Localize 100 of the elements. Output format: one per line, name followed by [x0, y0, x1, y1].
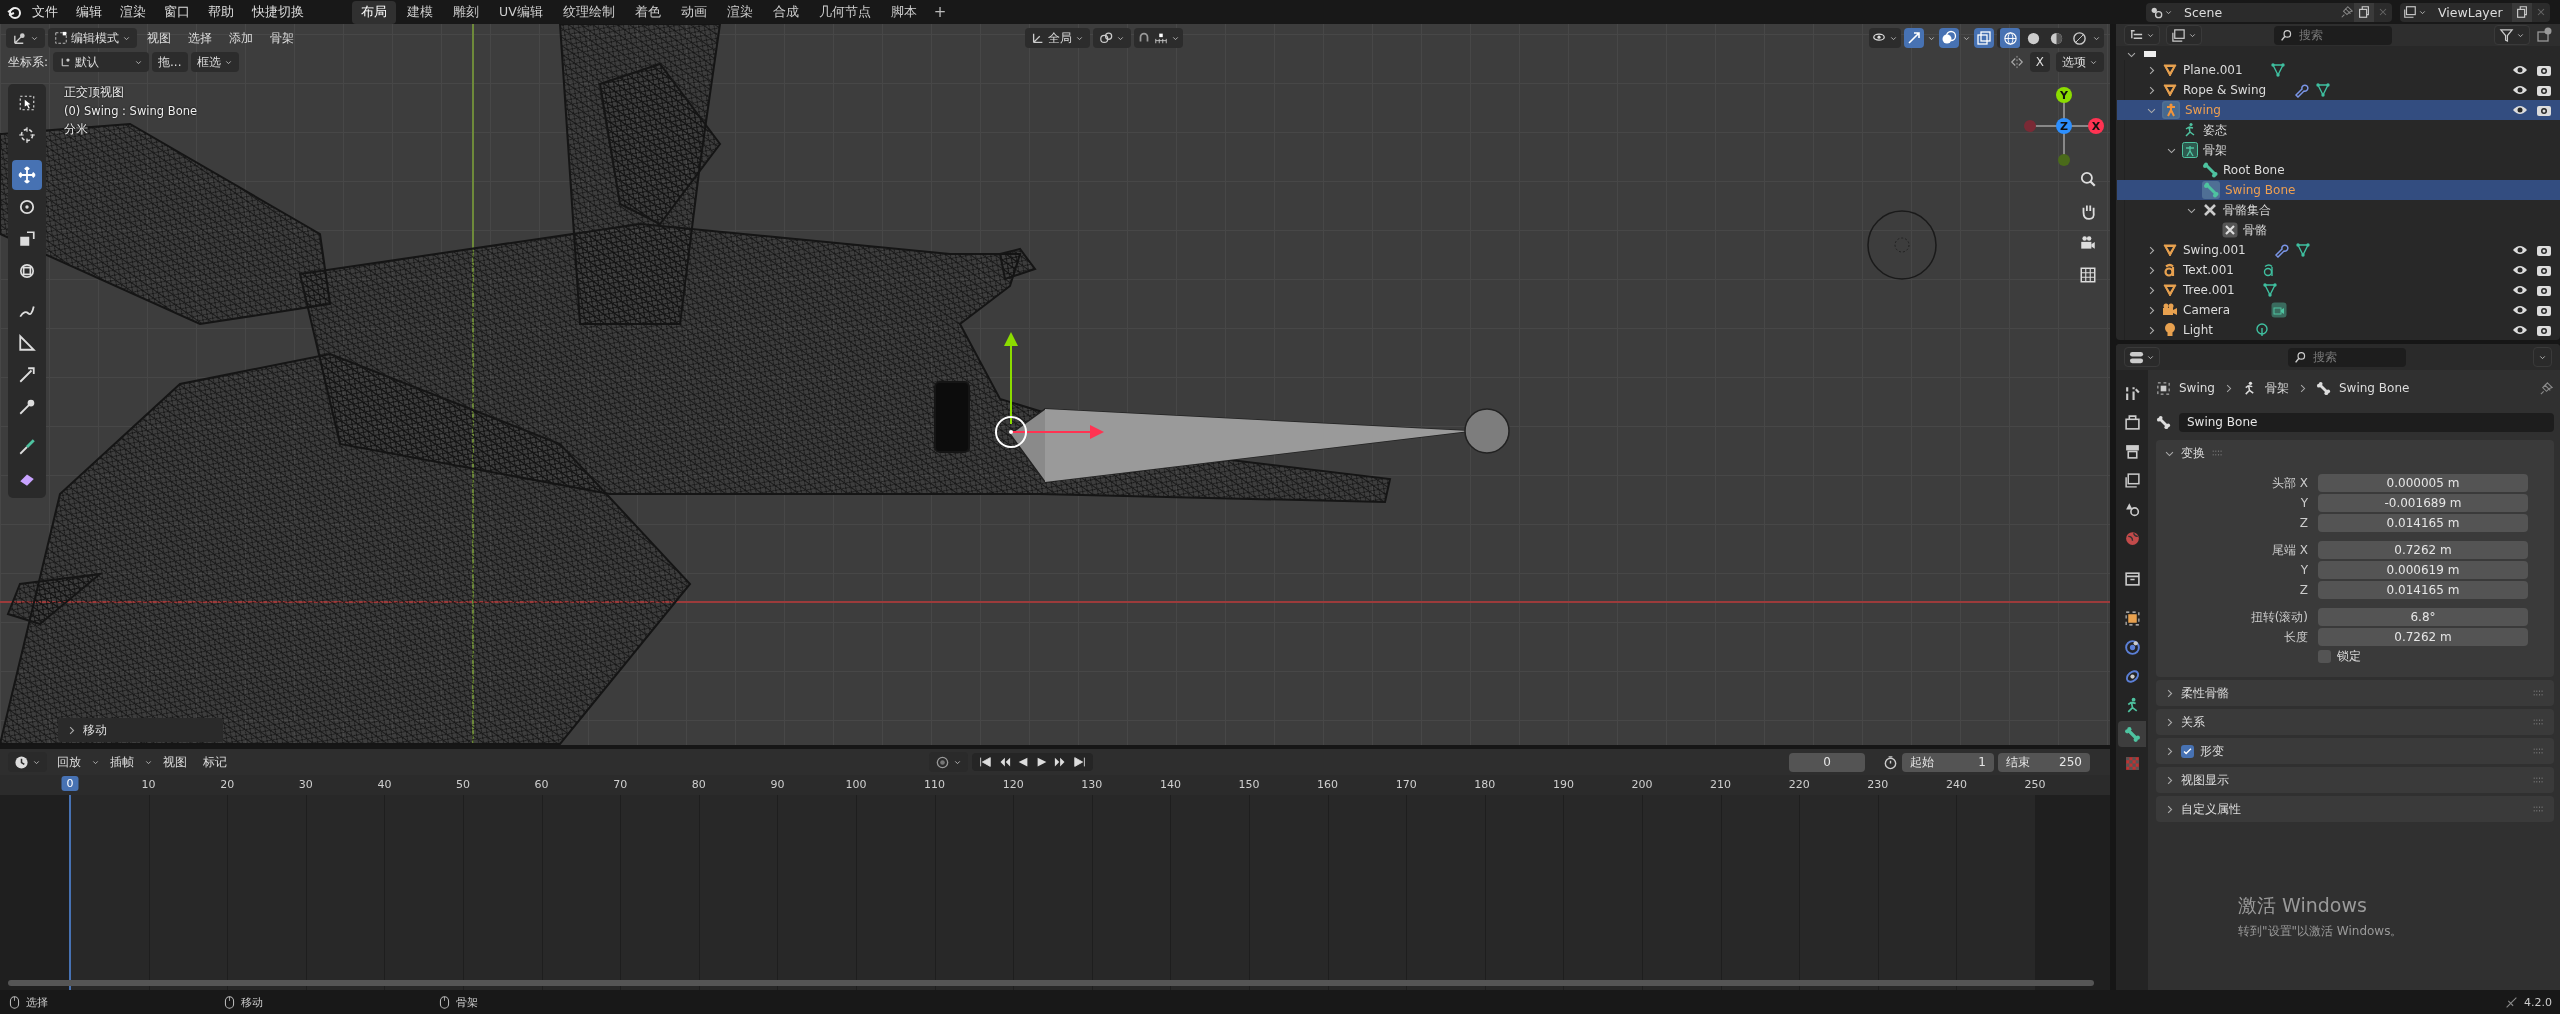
- lock-checkbox[interactable]: 锁定: [2318, 648, 2528, 665]
- pivot-dropdown[interactable]: [1093, 28, 1131, 48]
- playhead-frame[interactable]: 0: [61, 776, 79, 791]
- outliner-row[interactable]: 骨骼: [2117, 220, 2560, 240]
- jump-start-icon[interactable]: [978, 755, 992, 769]
- pin-icon[interactable]: [2539, 380, 2554, 396]
- jump-end-icon[interactable]: [1073, 755, 1087, 769]
- keying-button[interactable]: [929, 752, 968, 772]
- light-bulb-icon: [2162, 322, 2178, 338]
- outliner-row[interactable]: Tree.001: [2117, 280, 2560, 300]
- workspace-tab[interactable]: UV编辑: [490, 0, 552, 24]
- gizmo-toggle[interactable]: [1904, 28, 1924, 48]
- menu-item[interactable]: 骨架: [263, 27, 301, 49]
- view-layer-selector[interactable]: ViewLayer: [2400, 2, 2550, 22]
- outliner-row[interactable]: Swing.001: [2117, 240, 2560, 260]
- number-field[interactable]: 0.7262 m: [2318, 541, 2528, 559]
- menu-item[interactable]: 帮助: [200, 0, 242, 24]
- menu-item[interactable]: 文件: [24, 0, 66, 24]
- start-frame-field[interactable]: 起始 1: [1902, 752, 1994, 772]
- editor-type-button[interactable]: [2124, 25, 2160, 45]
- outliner-row[interactable]: Swing: [2117, 100, 2560, 120]
- axis-ball[interactable]: Y: [2056, 87, 2072, 103]
- menu-item[interactable]: 视图: [140, 27, 178, 49]
- scene-selector[interactable]: Scene: [2146, 2, 2392, 22]
- workspace-tab[interactable]: 动画: [671, 0, 716, 24]
- filter-button[interactable]: [2494, 25, 2530, 45]
- current-frame-field[interactable]: 0: [1789, 752, 1865, 772]
- number-field[interactable]: 0.014165 m: [2318, 514, 2528, 532]
- axis-ball[interactable]: X: [2088, 118, 2104, 134]
- panel-header[interactable]: 关系: [2156, 709, 2554, 735]
- menu-item[interactable]: 添加: [222, 27, 260, 49]
- add-workspace-button[interactable]: +: [927, 3, 953, 21]
- outliner-row[interactable]: 骨骼集合: [2117, 200, 2560, 220]
- outliner-row[interactable]: Camera: [2117, 300, 2560, 320]
- last-operation-panel[interactable]: 移动: [58, 718, 223, 742]
- outliner-row[interactable]: Light: [2117, 320, 2560, 340]
- properties-tab[interactable]: [2118, 721, 2146, 747]
- editor-type-button[interactable]: [6, 28, 45, 48]
- editor-type-button[interactable]: [2124, 347, 2160, 367]
- new-collection-icon[interactable]: [2536, 27, 2552, 43]
- mode-dropdown[interactable]: 编辑模式: [48, 28, 137, 48]
- outliner-row[interactable]: Rope & Swing: [2117, 80, 2560, 100]
- panel-header[interactable]: 形变: [2156, 738, 2554, 764]
- number-field[interactable]: 0.000005 m: [2318, 474, 2528, 492]
- panel-header[interactable]: 自定义属性: [2156, 796, 2554, 822]
- axis-ball[interactable]: Z: [2056, 118, 2072, 134]
- menu-item[interactable]: 选择: [181, 27, 219, 49]
- workspace-tab[interactable]: 雕刻: [444, 0, 488, 24]
- search-field[interactable]: 搜索: [2287, 347, 2406, 367]
- drag-dropdown[interactable]: 拖...: [152, 52, 188, 72]
- xray-toggle[interactable]: [1974, 28, 1994, 48]
- workspace-tab[interactable]: 着色: [625, 0, 670, 24]
- blender-logo-icon[interactable]: [6, 4, 22, 20]
- overlay-toggle[interactable]: [1939, 28, 1959, 48]
- panel-header[interactable]: 柔性骨骼: [2156, 680, 2554, 706]
- outliner-row[interactable]: 姿态: [2117, 120, 2560, 140]
- search-field[interactable]: 搜索: [2274, 25, 2392, 45]
- snap-controls[interactable]: [1134, 28, 1183, 48]
- outliner-row[interactable]: Plane.001: [2117, 60, 2560, 80]
- stopwatch-icon[interactable]: [1883, 754, 1898, 770]
- workspace-tab[interactable]: 渲染: [717, 0, 762, 24]
- number-field[interactable]: 0.014165 m: [2318, 581, 2528, 599]
- workspace-tab[interactable]: 建模: [398, 0, 442, 24]
- name-field[interactable]: Swing Bone: [2179, 412, 2554, 432]
- editor-type-button[interactable]: [8, 752, 47, 772]
- visibility-dropdown[interactable]: [1869, 28, 1901, 48]
- scrollbar[interactable]: [8, 980, 2094, 986]
- outliner-row[interactable]: Root Bone: [2117, 160, 2560, 180]
- workspace-tab[interactable]: 合成: [763, 0, 808, 24]
- panel-checkbox[interactable]: [2181, 744, 2194, 758]
- orientation-dropdown[interactable]: 全局: [1025, 28, 1090, 48]
- coordinate-dropdown[interactable]: 默认: [53, 52, 150, 72]
- workspace-tab[interactable]: 几何节点: [809, 0, 880, 24]
- workspace-tab[interactable]: 布局: [352, 0, 396, 24]
- menu-item[interactable]: 渲染: [112, 0, 154, 24]
- shading-mode-button[interactable]: [2000, 28, 2020, 48]
- mirror-x-toggle[interactable]: X: [2029, 52, 2050, 72]
- display-mode-button[interactable]: [2166, 25, 2202, 45]
- number-field[interactable]: 0.7262 m: [2318, 628, 2528, 646]
- panel-header[interactable]: 视图显示: [2156, 767, 2554, 793]
- number-field[interactable]: -0.001689 m: [2318, 494, 2528, 512]
- outliner-row[interactable]: 骨架: [2117, 140, 2560, 160]
- menu-item[interactable]: 标记: [197, 751, 233, 773]
- menu-item[interactable]: 视图: [157, 751, 193, 773]
- select-mode-dropdown[interactable]: 框选: [190, 52, 239, 72]
- menu-item[interactable]: 编辑: [68, 0, 110, 24]
- workspace-tab[interactable]: 脚本: [881, 0, 926, 24]
- outliner-row[interactable]: Swing Bone: [2117, 180, 2560, 200]
- options-dropdown[interactable]: 选项: [2056, 52, 2104, 72]
- workspace-tab[interactable]: 纹理绘制: [553, 0, 624, 24]
- outliner-row[interactable]: Text.001: [2117, 260, 2560, 280]
- menu-item[interactable]: 窗口: [156, 0, 198, 24]
- number-field[interactable]: 6.8°: [2318, 608, 2528, 626]
- menu-item[interactable]: 回放: [51, 751, 87, 773]
- end-frame-field[interactable]: 结束 250: [1998, 752, 2090, 772]
- menu-item[interactable]: 插帧: [104, 751, 140, 773]
- number-field[interactable]: 0.000619 m: [2318, 561, 2528, 579]
- tool-button[interactable]: [12, 160, 42, 190]
- menu-item[interactable]: 快捷切换: [244, 0, 312, 24]
- panel-header[interactable]: 变换: [2156, 440, 2554, 466]
